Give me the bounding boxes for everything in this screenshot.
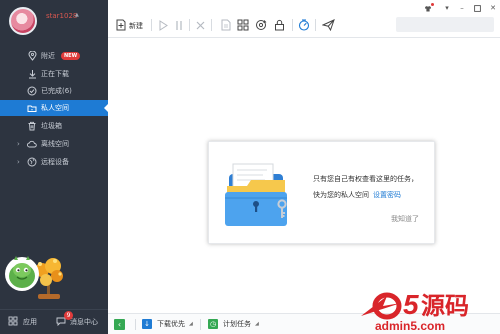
a5-watermark-logo: 5 源码 admin5.com <box>361 289 469 333</box>
sidebar-item-nearby[interactable]: 附近 NEW <box>0 48 108 64</box>
sidebar-item-label: 附近 <box>41 52 55 60</box>
message-center-button[interactable]: 消息中心 <box>56 316 98 328</box>
menu-icon[interactable]: ▾ <box>442 4 452 12</box>
download-priority-icon: ↓ <box>142 319 152 329</box>
sidebar-item-downloading[interactable]: 正在下载 <box>0 66 108 82</box>
sidebar-item-label: 远程设备 <box>41 158 69 166</box>
paper-plane-icon[interactable] <box>321 18 335 32</box>
toolbar-divider <box>315 19 316 31</box>
minimize-icon[interactable]: – <box>457 4 467 12</box>
toolbar-divider <box>211 19 212 31</box>
toolbar: ▾ – ✕ 新建 <box>108 0 500 38</box>
maximize-icon[interactable] <box>472 4 482 12</box>
delete-icon[interactable] <box>193 18 207 32</box>
download-priority-label: 下载优先 <box>157 320 185 328</box>
avatar[interactable] <box>9 7 37 35</box>
folder-lock-icon <box>27 103 37 113</box>
status-divider <box>200 319 201 330</box>
pause-icon[interactable] <box>172 18 186 32</box>
toolbar-divider <box>189 19 190 31</box>
sidebar-item-label: 私人空间 <box>41 104 69 112</box>
globe-icon <box>27 157 37 167</box>
sidebar-item-label: 正在下载 <box>41 70 69 78</box>
sidebar-item-label: 垃圾箱 <box>41 122 62 130</box>
watermark-brand-text: 源码 <box>421 292 469 320</box>
mascot-illustration[interactable] <box>2 244 68 300</box>
user-menu-caret-icon[interactable]: ▲ <box>75 12 79 18</box>
speed-mode-icon[interactable] <box>297 18 311 32</box>
toolbar-divider <box>151 19 152 31</box>
new-task-label[interactable]: 新建 <box>129 21 143 31</box>
username[interactable]: star1028 <box>46 12 77 20</box>
apps-button[interactable]: 应用 <box>8 316 37 328</box>
lock-icon[interactable] <box>272 18 286 32</box>
set-password-link[interactable]: 设置密码 <box>373 191 401 199</box>
apps-grid-icon <box>8 316 18 328</box>
expand-arrow-icon[interactable]: › <box>17 139 20 149</box>
document-icon[interactable] <box>219 18 233 32</box>
sidebar-item-completed[interactable]: 已完成(6) <box>0 83 108 99</box>
download-priority-toggle[interactable]: ↓ 下载优先 ◢ <box>142 319 193 329</box>
download-icon <box>27 69 37 79</box>
sidebar-item-label: 离线空间 <box>41 140 69 148</box>
grid-view-icon[interactable] <box>236 18 250 32</box>
scheduled-tasks-icon: ◷ <box>208 319 218 329</box>
chevron-icon: ◢ <box>189 321 193 327</box>
tip-message-line2: 快为您的私人空间 设置密码 <box>313 190 401 200</box>
toolbar-divider <box>292 19 293 31</box>
sidebar-item-remote-devices[interactable]: › 远程设备 <box>0 154 108 170</box>
private-space-tip-card: 只有您自己有权查看这里的任务， 快为您的私人空间 设置密码 我知道了 <box>208 141 435 244</box>
sidebar-item-private-space[interactable]: 私人空间 <box>0 100 108 116</box>
scheduled-tasks-toggle[interactable]: ◷ 计划任务 ◢ <box>208 319 259 329</box>
sidebar-item-trash[interactable]: 垃圾箱 <box>0 118 108 134</box>
message-count-badge: 9 <box>64 311 73 320</box>
chevron-icon: ◢ <box>255 321 259 327</box>
trash-icon <box>27 121 37 131</box>
tip-message-line1: 只有您自己有权查看这里的任务， <box>313 175 418 183</box>
watermark-url: admin5.com <box>375 319 445 333</box>
notification-dot <box>431 3 434 6</box>
scheduled-tasks-label: 计划任务 <box>223 320 251 328</box>
cloud-icon <box>27 139 37 149</box>
sidebar-item-label: 已完成(6) <box>41 87 72 95</box>
message-center-label: 消息中心 <box>70 318 98 326</box>
close-icon[interactable]: ✕ <box>488 4 498 12</box>
refresh-settings-icon[interactable] <box>254 18 268 32</box>
new-badge: NEW <box>61 52 81 60</box>
sidebar: star1028 ▲ 附近 NEW 正在下载 已完成(6) 私人空间 垃圾箱 ›… <box>0 0 108 334</box>
expand-arrow-icon[interactable]: › <box>17 157 20 167</box>
new-task-icon[interactable] <box>114 18 128 32</box>
apps-label: 应用 <box>23 318 37 326</box>
search-input[interactable] <box>396 17 494 32</box>
tip-message-text: 快为您的私人空间 <box>313 191 369 199</box>
sidebar-item-offline-space[interactable]: › 离线空间 <box>0 136 108 152</box>
sidebar-bottom-bar: 应用 消息中心 9 <box>0 309 108 334</box>
location-pin-icon <box>27 51 37 61</box>
svg-text:5: 5 <box>403 289 419 320</box>
locked-folder-illustration <box>225 163 287 226</box>
check-circle-icon <box>27 86 37 96</box>
collapse-sidebar-icon[interactable]: ‹ <box>114 319 125 330</box>
start-icon[interactable] <box>156 18 170 32</box>
status-divider <box>135 319 136 330</box>
got-it-button[interactable]: 我知道了 <box>391 214 419 224</box>
